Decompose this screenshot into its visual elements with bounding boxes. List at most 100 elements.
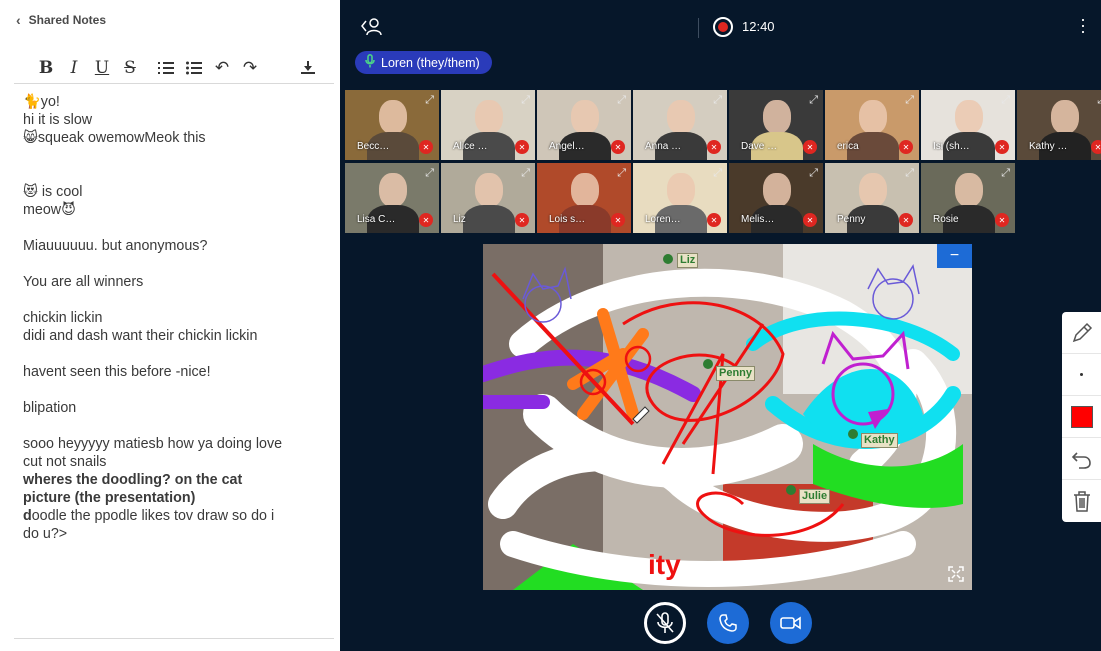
participant-tile[interactable]: ⤢ Angel… ✕ — [537, 90, 631, 160]
color-tool-button[interactable] — [1062, 396, 1101, 438]
expand-icon[interactable]: ⤢ — [713, 167, 722, 180]
microphone-icon — [365, 54, 375, 71]
whiteboard-drawing: ity — [483, 244, 972, 590]
participant-tile[interactable]: ⤢ Isi (sh… ✕ — [921, 90, 1015, 160]
participant-tile[interactable]: ⤢ Liz ✕ — [441, 163, 535, 233]
expand-icon[interactable]: ⤢ — [1001, 167, 1010, 180]
participant-face — [859, 173, 887, 207]
participant-face — [763, 100, 791, 134]
expand-icon[interactable]: ⤢ — [425, 94, 434, 107]
expand-icon[interactable]: ⤢ — [1001, 94, 1010, 107]
kebab-menu-icon[interactable]: · · · — [1080, 10, 1086, 40]
expand-icon[interactable]: ⤢ — [1097, 94, 1101, 107]
participant-name[interactable]: erica — [837, 141, 859, 152]
undo-button[interactable]: ↶ — [208, 54, 236, 82]
participant-name[interactable]: Melis… — [741, 214, 774, 225]
muted-mic-icon: ✕ — [419, 213, 433, 227]
expand-icon[interactable]: ⤢ — [425, 167, 434, 180]
participant-face — [667, 173, 695, 207]
participant-tile[interactable]: ⤢ Anna … ✕ — [633, 90, 727, 160]
participant-tile[interactable]: ⤢ Melis… ✕ — [729, 163, 823, 233]
participant-name[interactable]: Angel… — [549, 141, 585, 152]
download-button[interactable] — [294, 54, 322, 82]
muted-mic-icon: ✕ — [995, 140, 1009, 154]
notes-divider — [14, 638, 334, 639]
participant-face — [859, 100, 887, 134]
expand-icon[interactable]: ⤢ — [521, 167, 530, 180]
notes-formatting-toolbar: B I U S ↶ ↷ — [14, 52, 334, 84]
cursor-label-penny: Penny — [716, 366, 756, 381]
talking-indicator[interactable]: Loren (they/them) — [355, 51, 492, 74]
participant-name[interactable]: Penny — [837, 214, 865, 225]
muted-mic-icon: ✕ — [803, 140, 817, 154]
italic-button[interactable]: I — [60, 54, 88, 82]
notes-line: blipation — [23, 400, 77, 416]
expand-icon[interactable]: ⤢ — [905, 94, 914, 107]
svg-text:ity: ity — [648, 549, 681, 580]
expand-icon[interactable]: ⤢ — [809, 94, 818, 107]
expand-icon[interactable]: ⤢ — [713, 94, 722, 107]
participant-tile[interactable]: ⤢ Loren… ✕ — [633, 163, 727, 233]
participant-name[interactable]: Alice … — [453, 141, 487, 152]
expand-icon[interactable]: ⤢ — [905, 167, 914, 180]
participant-tile[interactable]: ⤢ Rosie ✕ — [921, 163, 1015, 233]
video-camera-icon — [780, 616, 801, 630]
user-list-toggle[interactable] — [360, 16, 382, 41]
participant-tile[interactable]: ⤢ Penny ✕ — [825, 163, 919, 233]
participant-name[interactable]: Anna … — [645, 141, 681, 152]
underline-button[interactable]: U — [88, 54, 116, 82]
participant-name[interactable]: Loren… — [645, 214, 681, 225]
participant-tile[interactable]: ⤢ Alice … ✕ — [441, 90, 535, 160]
participant-name[interactable]: Liz — [453, 214, 466, 225]
participant-tile[interactable]: ⤢ erica ✕ — [825, 90, 919, 160]
share-webcam-button[interactable] — [770, 602, 812, 644]
participant-tile[interactable]: ⤢ Dave … ✕ — [729, 90, 823, 160]
participant-name[interactable]: Dave … — [741, 141, 777, 152]
participant-name[interactable]: Kathy … — [1029, 141, 1067, 152]
participant-tile[interactable]: ⤢ Lois s… ✕ — [537, 163, 631, 233]
expand-icon[interactable]: ⤢ — [617, 94, 626, 107]
bullet-list-icon — [186, 61, 202, 74]
ordered-list-button[interactable] — [152, 54, 180, 82]
bold-button[interactable]: B — [32, 54, 60, 82]
minimize-presentation-button[interactable]: − — [937, 244, 972, 268]
participant-name[interactable]: Lois s… — [549, 214, 585, 225]
muted-mic-icon: ✕ — [707, 140, 721, 154]
muted-mic-icon: ✕ — [707, 213, 721, 227]
notes-line — [23, 255, 323, 273]
notes-back-button[interactable]: ‹ Shared Notes — [16, 10, 106, 30]
bullet-list-button[interactable] — [180, 54, 208, 82]
muted-mic-icon: ✕ — [611, 213, 625, 227]
participant-name[interactable]: Isi (sh… — [933, 141, 970, 152]
strikethrough-button[interactable]: S — [116, 54, 144, 82]
participant-face — [763, 173, 791, 207]
undo-annotation-button[interactable] — [1062, 438, 1101, 480]
pen-tool-button[interactable] — [1062, 312, 1101, 354]
meeting-app: ‹ Shared Notes B I U S ↶ ↷ 🐈yo! hi it is … — [0, 0, 1101, 651]
chevron-left-icon: ‹ — [16, 12, 21, 28]
participant-tile[interactable]: ⤢ Becc… ✕ — [345, 90, 439, 160]
participant-name[interactable]: Lisa C… — [357, 214, 395, 225]
leave-audio-button[interactable] — [707, 602, 749, 644]
expand-icon[interactable]: ⤢ — [521, 94, 530, 107]
participant-tile[interactable]: ⤢ Lisa C… ✕ — [345, 163, 439, 233]
fullscreen-icon[interactable] — [948, 566, 968, 586]
download-icon — [301, 60, 315, 74]
clear-annotations-button[interactable] — [1062, 480, 1101, 522]
unmute-mic-button[interactable] — [644, 602, 686, 644]
notes-line: wheres the doodling? on the cat — [23, 472, 243, 488]
presentation-area[interactable]: ity Liz Penny Kathy Julie − — [483, 244, 972, 590]
expand-icon[interactable]: ⤢ — [809, 167, 818, 180]
participant-tile[interactable]: ⤢ Kathy … ✕ — [1017, 90, 1101, 160]
notes-line: 🐈yo! — [23, 94, 60, 110]
participant-name[interactable]: Becc… — [357, 141, 389, 152]
expand-icon[interactable]: ⤢ — [617, 167, 626, 180]
redo-button[interactable]: ↷ — [236, 54, 264, 82]
notes-editor[interactable]: 🐈yo! hi it is slow 😸squeak owemowMeok this… — [23, 93, 323, 543]
thickness-tool-button[interactable] — [1062, 354, 1101, 396]
participant-face — [955, 100, 983, 134]
participant-name[interactable]: Rosie — [933, 214, 959, 225]
notes-line: cut not snails — [23, 454, 107, 470]
recording-button[interactable] — [713, 17, 733, 37]
notes-line — [23, 345, 323, 363]
